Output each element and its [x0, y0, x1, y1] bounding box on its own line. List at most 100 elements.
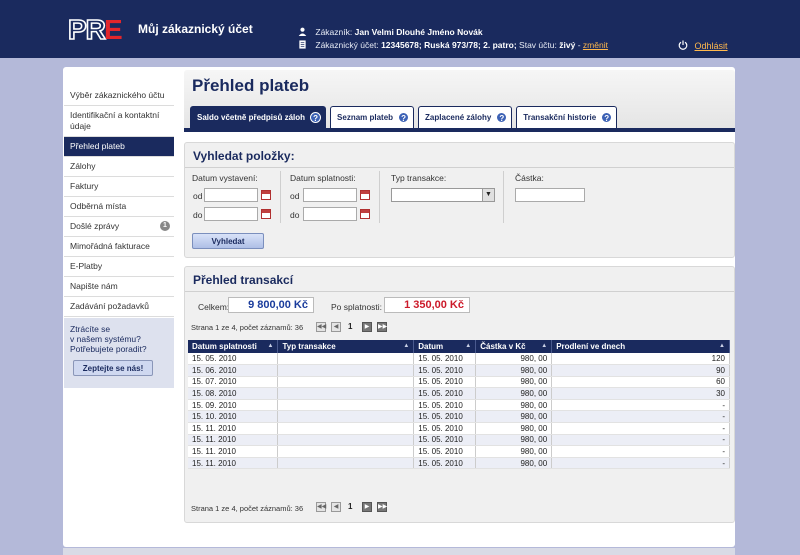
tab-strip: Saldo včetně předpisů záloh? Seznam plate…: [190, 106, 621, 128]
table-cell: 15. 05. 2010: [413, 422, 477, 435]
sidebar-item[interactable]: Mimořádná fakturace: [64, 237, 174, 257]
last-page-icon[interactable]: ▶▶: [377, 502, 387, 512]
tab[interactable]: Transakční historie?: [516, 106, 618, 128]
sidebar-item[interactable]: Výběr zákaznického účtu: [64, 86, 174, 106]
help-icon[interactable]: ?: [601, 112, 613, 123]
table-row[interactable]: 15. 06. 2010 15. 05. 2010 980, 00 90: [188, 364, 730, 377]
help-icon[interactable]: ?: [496, 112, 508, 123]
overdue-label: Po splatnosti:: [331, 302, 383, 312]
calendar-icon[interactable]: [261, 209, 271, 219]
sidebar-item[interactable]: Odběrná místa: [64, 197, 174, 217]
sidebar-item[interactable]: Identifikační a kontaktní údaje: [64, 106, 174, 137]
sidebar-item[interactable]: Došlé zprávy 1: [64, 217, 174, 237]
table-row[interactable]: 15. 08. 2010 15. 05. 2010 980, 00 30: [188, 387, 730, 400]
svg-text:E: E: [104, 14, 123, 44]
power-icon[interactable]: [678, 40, 688, 50]
prev-page-icon[interactable]: ◀: [331, 322, 341, 332]
table-row[interactable]: 15. 05. 2010 15. 05. 2010 980, 00 120: [188, 353, 730, 366]
calendar-icon[interactable]: [261, 190, 271, 200]
total-label: Celkem:: [198, 302, 230, 312]
column-header[interactable]: Typ transakce ▲: [277, 340, 415, 353]
table-cell: 15. 05. 2010: [413, 387, 477, 400]
logout-link[interactable]: Odhlásit: [695, 41, 728, 51]
due-date-from-input[interactable]: [303, 188, 357, 202]
table-row[interactable]: 15. 11. 2010 15. 05. 2010 980, 00-: [188, 422, 730, 435]
tab[interactable]: Zaplacené zálohy?: [418, 106, 513, 128]
due-from-label: od: [290, 191, 300, 201]
next-page-icon[interactable]: ▶: [362, 322, 372, 332]
customer-row: Zákazník: Jan Velmi Dlouhé Jméno Novák: [298, 27, 483, 37]
divider: [185, 291, 734, 292]
search-button[interactable]: Vyhledat: [192, 233, 264, 249]
tab[interactable]: Seznam plateb?: [330, 106, 415, 128]
amount-label: Částka:: [515, 173, 544, 183]
status-label: Stav účtu:: [519, 40, 557, 50]
sort-icon[interactable]: ▲: [465, 343, 471, 349]
table-row[interactable]: 15. 07. 2010 15. 05. 2010 980, 00 60: [188, 376, 730, 389]
sidebar-item-label: Mimořádná fakturace: [70, 241, 150, 251]
issue-date-to-input[interactable]: [204, 207, 258, 221]
table-cell: [277, 353, 415, 366]
help-icon[interactable]: ?: [310, 112, 322, 123]
sort-icon[interactable]: ▲: [403, 343, 409, 349]
message-count-badge: 1: [160, 221, 170, 231]
transaction-type-select[interactable]: ▼: [391, 188, 495, 202]
table-row[interactable]: 15. 09. 2010 15. 05. 2010 980, 00-: [188, 399, 730, 412]
tab-label: Seznam plateb: [337, 113, 394, 122]
transactions-table: Datum splatnosti ▲ Typ transakce ▲ Datum ▲ Čás…: [188, 340, 730, 470]
amount-input[interactable]: [515, 188, 585, 202]
column-header-label: Datum splatnosti: [192, 342, 257, 351]
column-header[interactable]: Datum splatnosti ▲: [188, 340, 279, 353]
prev-page-icon[interactable]: ◀: [331, 502, 341, 512]
last-page-icon[interactable]: ▶▶: [377, 322, 387, 332]
change-account-link[interactable]: změnit: [583, 40, 608, 50]
calendar-icon[interactable]: [360, 190, 370, 200]
issue-date-from-input[interactable]: [204, 188, 258, 202]
table-cell: 120: [551, 353, 730, 366]
first-page-icon[interactable]: ◀◀: [316, 322, 326, 332]
table-cell: [277, 364, 415, 377]
ask-us-button[interactable]: Zeptejte se nás!: [73, 360, 153, 376]
table-row[interactable]: 15. 11. 2010 15. 05. 2010 980, 00-: [188, 434, 730, 447]
top-header: PR E Můj zákaznický účet Zákazník: Jan V…: [0, 0, 800, 58]
column-header[interactable]: Prodlení ve dnech ▲: [551, 340, 730, 353]
column-header-label: Typ transakce: [282, 342, 336, 351]
account-row: Zákaznický účet: 12345678; Ruská 973/78;…: [298, 40, 608, 50]
table-row[interactable]: 15. 10. 2010 15. 05. 2010 980, 00-: [188, 410, 730, 424]
table-cell: [277, 445, 415, 458]
due-date-to-input[interactable]: [303, 207, 357, 221]
customer-label: Zákazník:: [315, 27, 353, 37]
next-page-icon[interactable]: ▶: [362, 502, 372, 512]
table-cell: 15. 05. 2010: [413, 376, 477, 389]
calendar-icon[interactable]: [360, 209, 370, 219]
sort-icon[interactable]: ▲: [268, 343, 274, 349]
table-cell: [277, 457, 415, 470]
sidebar-item[interactable]: Napište nám: [64, 277, 174, 297]
sidebar-item[interactable]: Zadávání požadavků: [64, 297, 174, 317]
table-cell: 980, 00: [475, 399, 553, 412]
search-title: Vyhledat položky:: [193, 149, 295, 163]
issue-to-label: do: [193, 210, 203, 220]
chevron-down-icon[interactable]: ▼: [482, 189, 494, 201]
sidebar-nav: Výběr zákaznického účtu Identifikační a k…: [64, 86, 174, 317]
search-section: Vyhledat položky: Datum vystavení: od do…: [184, 142, 735, 258]
sidebar-item[interactable]: Přehled plateb: [64, 137, 174, 157]
table-cell: -: [551, 399, 730, 412]
sort-icon[interactable]: ▲: [541, 343, 547, 349]
column-header-label: Datum: [418, 342, 444, 351]
help-icon[interactable]: ?: [398, 112, 410, 123]
sidebar-item[interactable]: E-Platby: [64, 257, 174, 277]
column-header[interactable]: Částka v Kč ▲: [475, 340, 553, 353]
sidebar-item[interactable]: Faktury: [64, 177, 174, 197]
tab[interactable]: Saldo včetně předpisů záloh?: [190, 106, 327, 128]
table-cell: 15. 09. 2010: [188, 399, 279, 412]
sidebar-item-label: Napište nám: [70, 281, 118, 291]
column-header[interactable]: Datum ▲: [413, 340, 477, 353]
sort-icon[interactable]: ▲: [719, 343, 725, 349]
table-row[interactable]: 15. 11. 2010 15. 05. 2010 980, 00-: [188, 457, 730, 470]
table-row[interactable]: 15. 11. 2010 15. 05. 2010 980, 00-: [188, 445, 730, 458]
first-page-icon[interactable]: ◀◀: [316, 502, 326, 512]
transactions-title: Přehled transakcí: [193, 273, 294, 287]
table-cell: 980, 00: [475, 353, 553, 366]
sidebar-item[interactable]: Zálohy: [64, 157, 174, 177]
